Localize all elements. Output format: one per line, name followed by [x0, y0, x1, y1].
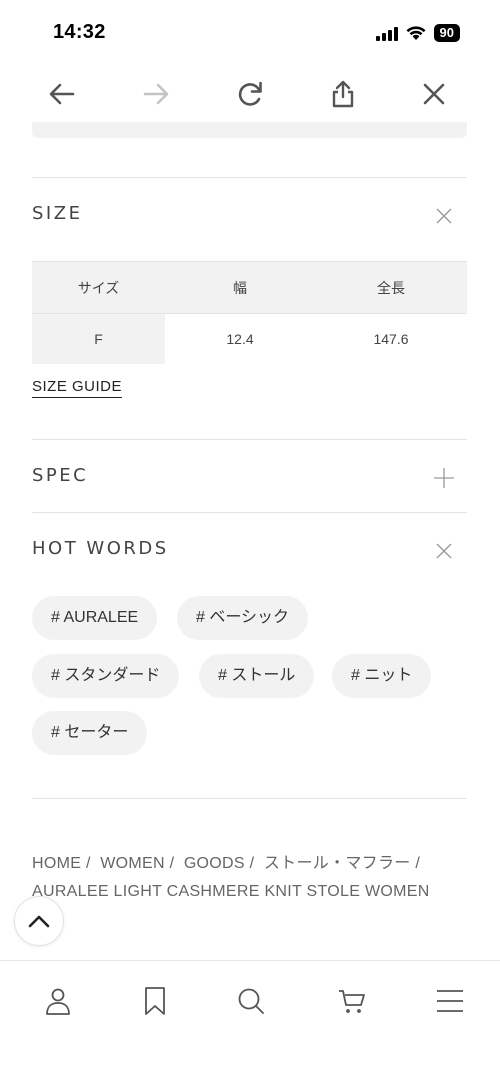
size-table-header-cell: サイズ: [32, 261, 165, 314]
battery-icon: 90: [433, 24, 460, 42]
scroll-top-button[interactable]: [14, 896, 64, 946]
reload-icon[interactable]: [230, 74, 270, 114]
size-table-cell: 147.6: [373, 330, 409, 347]
status-time: 14:32: [53, 21, 106, 43]
status-icons: 90: [375, 24, 460, 42]
divider: [32, 512, 467, 513]
tag-sweater[interactable]: # セーター: [32, 711, 148, 755]
tag-knit[interactable]: # ニット: [332, 654, 432, 698]
breadcrumb: HOME / WOMEN / GOODS / ストール・マフラー / AURAL…: [32, 850, 472, 906]
breadcrumb-item-product: AURALEE LIGHT CASHMERE KNIT STOLE WOMEN: [32, 883, 430, 900]
size-table-cell: 12.4: [226, 330, 254, 347]
breadcrumb-item-stole-muffler[interactable]: ストール・マフラー: [264, 855, 411, 872]
close-x-icon[interactable]: [434, 541, 454, 561]
tag-basic[interactable]: # ベーシック: [177, 596, 309, 640]
breadcrumb-separator: /: [249, 855, 255, 872]
size-guide-link[interactable]: SIZE GUIDE: [32, 378, 123, 398]
size-table-header-cell: 全長: [315, 261, 467, 314]
breadcrumb-item-home[interactable]: HOME: [32, 855, 81, 872]
signal-icon: [375, 25, 398, 41]
bottom-nav: [0, 960, 500, 1040]
status-bar: 14:32 90: [0, 0, 500, 64]
cart-icon[interactable]: [334, 983, 370, 1019]
size-table-header: サイズ 幅 全長: [32, 261, 467, 314]
browser-toolbar: [0, 70, 500, 116]
wifi-icon: [406, 26, 426, 40]
size-table-header-cell: 幅: [165, 261, 315, 314]
breadcrumb-item-goods[interactable]: GOODS: [184, 855, 245, 872]
table-row: F 12.4 147.6: [32, 313, 467, 364]
spec-section-title[interactable]: SPEC: [32, 465, 88, 486]
menu-icon[interactable]: [432, 983, 468, 1019]
account-icon[interactable]: [40, 983, 76, 1019]
breadcrumb-separator: /: [415, 855, 421, 872]
divider: [32, 798, 467, 799]
tag-auralee[interactable]: # AURALEE: [32, 596, 158, 640]
size-section-title[interactable]: SIZE: [32, 203, 82, 224]
forward-arrow-icon[interactable]: [136, 74, 176, 114]
divider: [32, 439, 467, 440]
plus-icon[interactable]: [434, 468, 454, 488]
share-icon[interactable]: [323, 74, 363, 114]
divider: [32, 177, 467, 178]
breadcrumb-item-women[interactable]: WOMEN: [100, 855, 165, 872]
previous-section-fragment: [32, 122, 467, 138]
tag-standard[interactable]: # スタンダード: [32, 654, 180, 698]
close-x-icon[interactable]: [434, 206, 454, 226]
tag-stole[interactable]: # ストール: [199, 654, 315, 698]
breadcrumb-separator: /: [85, 855, 91, 872]
chevron-up-icon: [28, 915, 50, 928]
breadcrumb-separator: /: [169, 855, 175, 872]
size-table: サイズ 幅 全長 F 12.4 147.6: [32, 261, 467, 364]
bookmark-icon[interactable]: [137, 983, 173, 1019]
back-arrow-icon[interactable]: [42, 74, 82, 114]
size-table-cell: F: [32, 313, 165, 364]
close-icon[interactable]: [414, 74, 454, 114]
hot-words-section-title[interactable]: HOT WORDS: [32, 538, 169, 559]
search-icon[interactable]: [233, 983, 269, 1019]
